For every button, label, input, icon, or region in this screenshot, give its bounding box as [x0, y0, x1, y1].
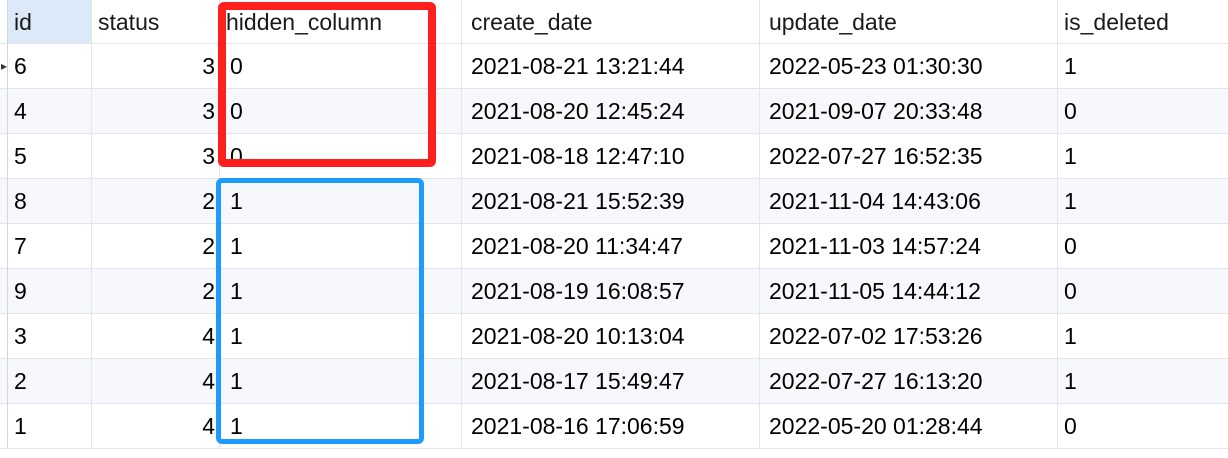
- row-selector[interactable]: [0, 269, 8, 314]
- table-row[interactable]: 1 4 1 2021-08-16 17:06:59 2022-05-20 01:…: [0, 404, 1228, 449]
- row-selector[interactable]: [0, 134, 8, 179]
- cell-update-date[interactable]: 2021-11-04 14:43:06: [760, 179, 1058, 224]
- cell-is-deleted[interactable]: 0: [1058, 269, 1228, 314]
- cell-is-deleted[interactable]: 1: [1058, 359, 1228, 404]
- row-selector[interactable]: [0, 359, 8, 404]
- row-selector[interactable]: [0, 179, 8, 224]
- header-row: id status hidden_column create_date upda…: [0, 0, 1228, 44]
- cell-status[interactable]: 2: [92, 179, 220, 224]
- table-row[interactable]: 5 3 0 2021-08-18 12:47:10 2022-07-27 16:…: [0, 134, 1228, 179]
- cell-id[interactable]: 7: [8, 224, 92, 269]
- cell-update-date[interactable]: 2022-05-23 01:30:30: [760, 44, 1058, 89]
- row-selector[interactable]: [0, 404, 8, 449]
- cell-is-deleted[interactable]: 1: [1058, 179, 1228, 224]
- cell-id[interactable]: 2: [8, 359, 92, 404]
- cell-is-deleted[interactable]: 1: [1058, 44, 1228, 89]
- cell-status[interactable]: 2: [92, 224, 220, 269]
- table-row[interactable]: 8 2 1 2021-08-21 15:52:39 2021-11-04 14:…: [0, 179, 1228, 224]
- row-selector[interactable]: [0, 314, 8, 359]
- table-row[interactable]: 3 4 1 2021-08-20 10:13:04 2022-07-02 17:…: [0, 314, 1228, 359]
- cell-create-date[interactable]: 2021-08-20 12:45:24: [462, 89, 760, 134]
- cell-status[interactable]: 4: [92, 404, 220, 449]
- current-row-marker-icon: ▸: [0, 59, 8, 73]
- row-selector[interactable]: [0, 224, 8, 269]
- column-header-is-deleted[interactable]: is_deleted: [1058, 0, 1228, 44]
- column-header-update-date[interactable]: update_date: [760, 0, 1058, 44]
- cell-create-date[interactable]: 2021-08-16 17:06:59: [462, 404, 760, 449]
- cell-status[interactable]: 3: [92, 89, 220, 134]
- highlight-box-hidden-0: [218, 2, 436, 167]
- table-row[interactable]: ▸ 6 3 0 2021-08-21 13:21:44 2022-05-23 0…: [0, 44, 1228, 89]
- cell-id[interactable]: 9: [8, 269, 92, 314]
- cell-create-date[interactable]: 2021-08-20 11:34:47: [462, 224, 760, 269]
- column-header-status[interactable]: status: [92, 0, 220, 44]
- cell-update-date[interactable]: 2021-11-05 14:44:12: [760, 269, 1058, 314]
- cell-is-deleted[interactable]: 0: [1058, 404, 1228, 449]
- cell-status[interactable]: 3: [92, 44, 220, 89]
- cell-id[interactable]: 1: [8, 404, 92, 449]
- row-header-corner: [0, 0, 8, 44]
- cell-create-date[interactable]: 2021-08-19 16:08:57: [462, 269, 760, 314]
- cell-update-date[interactable]: 2022-05-20 01:28:44: [760, 404, 1058, 449]
- cell-id[interactable]: 8: [8, 179, 92, 224]
- cell-status[interactable]: 4: [92, 359, 220, 404]
- cell-update-date[interactable]: 2022-07-27 16:52:35: [760, 134, 1058, 179]
- column-header-id[interactable]: id: [8, 0, 92, 44]
- cell-id[interactable]: 4: [8, 89, 92, 134]
- cell-id[interactable]: 6: [8, 44, 92, 89]
- table-row[interactable]: 4 3 0 2021-08-20 12:45:24 2021-09-07 20:…: [0, 89, 1228, 134]
- cell-is-deleted[interactable]: 0: [1058, 89, 1228, 134]
- cell-id[interactable]: 5: [8, 134, 92, 179]
- row-selector[interactable]: ▸: [0, 44, 8, 89]
- column-header-create-date[interactable]: create_date: [462, 0, 760, 44]
- table-row[interactable]: 2 4 1 2021-08-17 15:49:47 2022-07-27 16:…: [0, 359, 1228, 404]
- cell-status[interactable]: 2: [92, 269, 220, 314]
- cell-status[interactable]: 4: [92, 314, 220, 359]
- cell-id[interactable]: 3: [8, 314, 92, 359]
- cell-update-date[interactable]: 2021-09-07 20:33:48: [760, 89, 1058, 134]
- cell-update-date[interactable]: 2021-11-03 14:57:24: [760, 224, 1058, 269]
- result-grid: id status hidden_column create_date upda…: [0, 0, 1228, 449]
- highlight-box-hidden-1: [216, 178, 424, 444]
- cell-is-deleted[interactable]: 0: [1058, 224, 1228, 269]
- cell-create-date[interactable]: 2021-08-20 10:13:04: [462, 314, 760, 359]
- table-row[interactable]: 7 2 1 2021-08-20 11:34:47 2021-11-03 14:…: [0, 224, 1228, 269]
- cell-create-date[interactable]: 2021-08-18 12:47:10: [462, 134, 760, 179]
- cell-create-date[interactable]: 2021-08-21 13:21:44: [462, 44, 760, 89]
- cell-create-date[interactable]: 2021-08-17 15:49:47: [462, 359, 760, 404]
- cell-is-deleted[interactable]: 1: [1058, 134, 1228, 179]
- row-selector[interactable]: [0, 89, 8, 134]
- cell-status[interactable]: 3: [92, 134, 220, 179]
- cell-is-deleted[interactable]: 1: [1058, 314, 1228, 359]
- table-row[interactable]: 9 2 1 2021-08-19 16:08:57 2021-11-05 14:…: [0, 269, 1228, 314]
- cell-update-date[interactable]: 2022-07-27 16:13:20: [760, 359, 1058, 404]
- cell-update-date[interactable]: 2022-07-02 17:53:26: [760, 314, 1058, 359]
- cell-create-date[interactable]: 2021-08-21 15:52:39: [462, 179, 760, 224]
